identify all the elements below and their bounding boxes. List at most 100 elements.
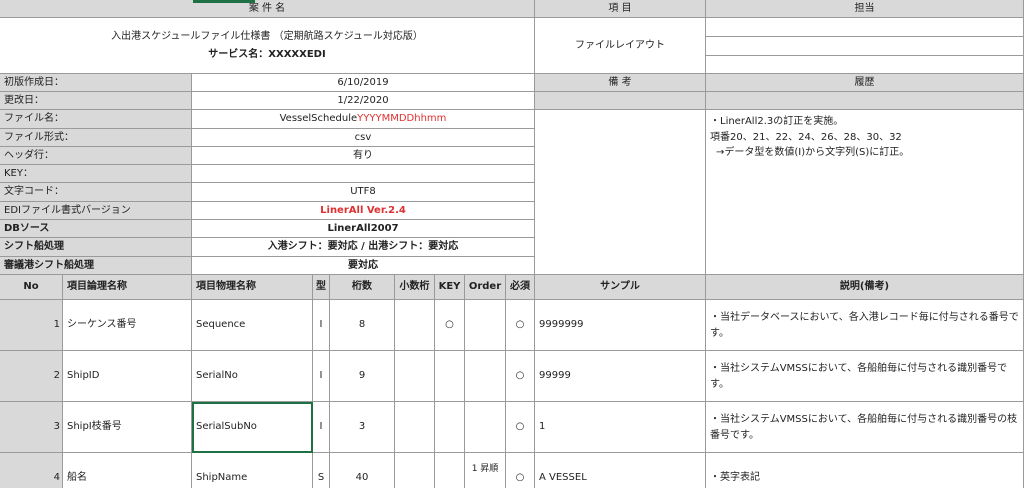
table-cell-type[interactable]: S xyxy=(313,453,330,488)
item-header[interactable]: 項 目 xyxy=(535,0,706,18)
table-cell-type[interactable]: I xyxy=(313,402,330,453)
table-cell-key[interactable] xyxy=(435,351,465,402)
table-cell-physical[interactable]: SerialNo xyxy=(192,351,313,402)
table-cell-sample[interactable]: A VESSEL xyxy=(535,453,706,488)
meta-value-created[interactable]: 6/10/2019 xyxy=(192,74,535,92)
meta-value-filename[interactable]: VesselSchedule YYYYMMDDhhmm xyxy=(192,110,535,129)
table-cell-sample[interactable]: 99999 xyxy=(535,351,706,402)
table-cell-order[interactable] xyxy=(465,300,506,351)
spreadsheet: 案 件 名 項 目 担当 入出港スケジュールファイル仕様書 （定期航路スケジュー… xyxy=(0,0,1024,488)
owner-cell-1[interactable] xyxy=(706,18,1024,37)
table-cell-digits[interactable]: 9 xyxy=(330,351,395,402)
meta-label-filename[interactable]: ファイル名： xyxy=(0,110,192,129)
col-header-decimal[interactable]: 小数桁 xyxy=(395,275,435,300)
table-cell-digits[interactable]: 8 xyxy=(330,300,395,351)
title-block[interactable]: 入出港スケジュールファイル仕様書 （定期航路スケジュール対応版） サービス名：X… xyxy=(0,18,535,74)
table-cell-required[interactable]: ○ xyxy=(506,351,535,402)
table-cell-logical[interactable]: ShipID xyxy=(63,351,192,402)
table-cell-required[interactable]: ○ xyxy=(506,453,535,488)
meta-value-db-source[interactable]: LinerAll2007 xyxy=(192,220,535,238)
meta-label-updated[interactable]: 更改日： xyxy=(0,92,192,110)
meta-value-shift[interactable]: 入港シフト：要対応 / 出港シフト：要対応 xyxy=(192,238,535,257)
table-row-no[interactable]: 2 xyxy=(0,351,63,402)
item-label: 項 目 xyxy=(608,2,632,14)
meta-value-header-row[interactable]: 有り xyxy=(192,147,535,165)
file-layout-cell[interactable]: ファイルレイアウト xyxy=(535,18,706,74)
history-body[interactable]: ・LinerAll2.3の訂正を実施。 項番20、21、22、24、26、28、… xyxy=(706,110,1024,275)
col-header-sample[interactable]: サンプル xyxy=(535,275,706,300)
case-label: 案 件 名 xyxy=(248,2,286,14)
history-line-2: 項番20、21、22、24、26、28、30、32 xyxy=(710,131,902,143)
table-cell-desc[interactable]: ・当社システムVMSSにおいて、各船舶毎に付与される識別番号です。 xyxy=(706,351,1024,402)
meta-value-updated[interactable]: 1/22/2020 xyxy=(192,92,535,110)
table-cell-order[interactable] xyxy=(465,351,506,402)
meta-label-db-source[interactable]: DBソース xyxy=(0,220,192,238)
meta-label-review-shift[interactable]: 審議港シフト船処理 xyxy=(0,257,192,275)
meta-value-charset[interactable]: UTF8 xyxy=(192,183,535,202)
table-row-no[interactable]: 1 xyxy=(0,300,63,351)
table-cell-physical-selected[interactable]: SerialSubNo xyxy=(192,402,313,453)
table-cell-required[interactable]: ○ xyxy=(506,300,535,351)
table-cell-logical[interactable]: ShipI枝番号 xyxy=(63,402,192,453)
table-cell-sample[interactable]: 9999999 xyxy=(535,300,706,351)
col-header-desc[interactable]: 説明(備考) xyxy=(706,275,1024,300)
table-cell-sample[interactable]: 1 xyxy=(535,402,706,453)
table-cell-decimal[interactable] xyxy=(395,453,435,488)
table-cell-digits[interactable]: 40 xyxy=(330,453,395,488)
table-cell-key[interactable] xyxy=(435,402,465,453)
history-gray-cell[interactable] xyxy=(706,92,1024,110)
table-cell-desc[interactable]: ・当社データベースにおいて、各入港レコード毎に付与される番号です。 xyxy=(706,300,1024,351)
meta-value-edi-version[interactable]: LinerAll Ver.2.4 xyxy=(192,202,535,220)
table-cell-logical[interactable]: 船名 xyxy=(63,453,192,488)
table-cell-physical[interactable]: ShipName xyxy=(192,453,313,488)
remarks-body[interactable] xyxy=(535,110,706,275)
table-cell-type[interactable]: I xyxy=(313,300,330,351)
meta-value-format[interactable]: csv xyxy=(192,129,535,147)
col-header-no[interactable]: No xyxy=(0,275,63,300)
table-row-no[interactable]: 4 xyxy=(0,453,63,488)
meta-label-shift[interactable]: シフト船処理 xyxy=(0,238,192,257)
meta-value-review-shift[interactable]: 要対応 xyxy=(192,257,535,275)
col-header-logical[interactable]: 項目論理名称 xyxy=(63,275,192,300)
table-cell-desc[interactable]: ・英字表記 xyxy=(706,453,1024,488)
column-selection-marker xyxy=(193,0,255,3)
remarks-gray-cell[interactable] xyxy=(535,92,706,110)
case-header[interactable]: 案 件 名 xyxy=(0,0,535,18)
table-cell-physical[interactable]: Sequence xyxy=(192,300,313,351)
table-row-no[interactable]: 3 xyxy=(0,402,63,453)
table-cell-key[interactable] xyxy=(435,453,465,488)
doc-title: 入出港スケジュールファイル仕様書 （定期航路スケジュール対応版） xyxy=(111,30,423,42)
owner-cell-3[interactable] xyxy=(706,56,1024,74)
table-cell-decimal[interactable] xyxy=(395,402,435,453)
history-header[interactable]: 履歴 xyxy=(706,74,1024,92)
table-cell-desc[interactable]: ・当社システムVMSSにおいて、各船舶毎に付与される識別番号の枝番号です。 xyxy=(706,402,1024,453)
table-cell-digits[interactable]: 3 xyxy=(330,402,395,453)
col-header-type[interactable]: 型 xyxy=(313,275,330,300)
table-cell-order[interactable] xyxy=(465,402,506,453)
table-cell-required[interactable]: ○ xyxy=(506,402,535,453)
meta-label-created[interactable]: 初版作成日： xyxy=(0,74,192,92)
col-header-order[interactable]: Order xyxy=(465,275,506,300)
col-header-physical[interactable]: 項目物理名称 xyxy=(192,275,313,300)
meta-label-charset[interactable]: 文字コード： xyxy=(0,183,192,202)
table-cell-key[interactable]: ○ xyxy=(435,300,465,351)
table-cell-logical[interactable]: シーケンス番号 xyxy=(63,300,192,351)
service-name: サービス名：XXXXXEDI xyxy=(208,48,326,60)
table-cell-type[interactable]: I xyxy=(313,351,330,402)
meta-label-key[interactable]: KEY： xyxy=(0,165,192,183)
table-cell-decimal[interactable] xyxy=(395,300,435,351)
col-header-required[interactable]: 必須 xyxy=(506,275,535,300)
history-line-1: ・LinerAll2.3の訂正を実施。 xyxy=(710,116,844,127)
remarks-header[interactable]: 備 考 xyxy=(535,74,706,92)
col-header-digits[interactable]: 桁数 xyxy=(330,275,395,300)
meta-label-header-row[interactable]: ヘッダ行： xyxy=(0,147,192,165)
meta-label-format[interactable]: ファイル形式： xyxy=(0,129,192,147)
table-cell-decimal[interactable] xyxy=(395,351,435,402)
meta-value-key[interactable] xyxy=(192,165,535,183)
owner-header[interactable]: 担当 xyxy=(706,0,1024,18)
col-header-key[interactable]: KEY xyxy=(435,275,465,300)
table-cell-order[interactable]: 1 昇順 xyxy=(465,453,506,488)
owner-cell-2[interactable] xyxy=(706,37,1024,56)
file-layout-label: ファイルレイアウト xyxy=(575,39,665,51)
meta-label-edi-version[interactable]: EDIファイル書式バージョン xyxy=(0,202,192,220)
